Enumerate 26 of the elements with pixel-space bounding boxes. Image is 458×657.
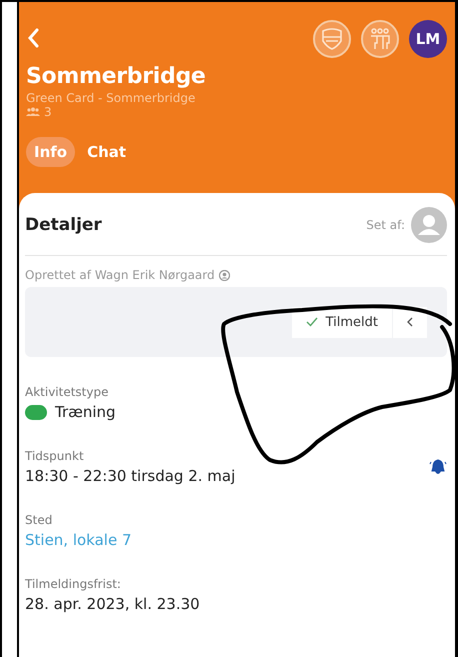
shield-icon[interactable] xyxy=(313,20,351,58)
seen-by-label: Set af: xyxy=(366,218,405,232)
field-value: 28. apr. 2023, kl. 23.30 xyxy=(25,595,200,613)
group-title: Sommerbridge xyxy=(26,64,207,89)
field-label: Sted xyxy=(25,513,54,527)
field-label: Tilmeldingsfrist: xyxy=(25,577,122,591)
field-label: Aktivitetstype xyxy=(25,385,110,399)
created-by-text: Oprettet af Wagn Erik Nørgaard xyxy=(25,268,215,282)
field-label: Tidspunkt xyxy=(25,449,85,463)
chevron-icon xyxy=(407,317,413,327)
location-link[interactable]: Stien, lokale 7 xyxy=(25,531,132,549)
team-icon[interactable] xyxy=(361,20,399,58)
section-heading: Detaljer xyxy=(25,215,102,235)
field-value: Træning xyxy=(55,403,116,421)
field-value: 18:30 - 22:30 tirsdag 2. maj xyxy=(25,467,236,485)
tab[interactable]: Chat xyxy=(79,137,134,167)
signup-button[interactable]: Tilmeldt xyxy=(292,306,392,338)
tab[interactable]: Info xyxy=(26,137,76,167)
members-icon xyxy=(26,107,40,117)
group-subtitle: Green Card - Sommerbridge xyxy=(26,91,196,105)
member-count: 3 xyxy=(44,105,52,119)
back-button[interactable] xyxy=(26,28,40,50)
bell-icon[interactable] xyxy=(429,459,447,475)
person-avatar-icon xyxy=(411,207,447,243)
person-icon xyxy=(218,270,230,280)
user-avatar[interactable]: LM xyxy=(409,20,447,58)
